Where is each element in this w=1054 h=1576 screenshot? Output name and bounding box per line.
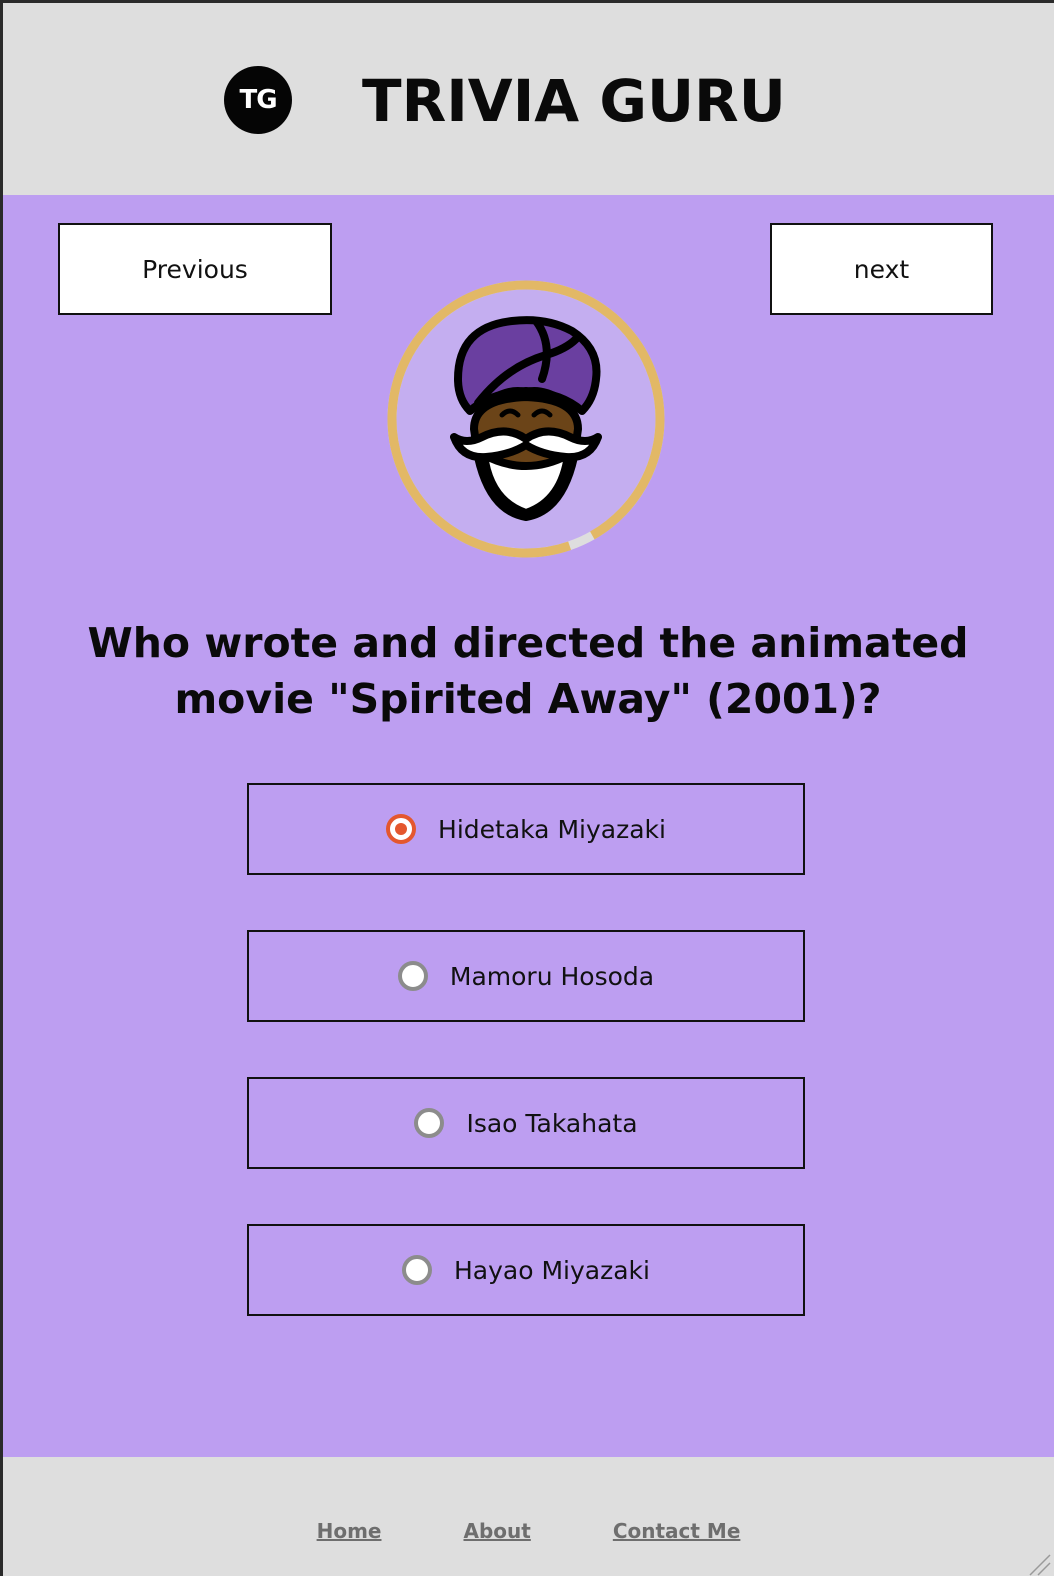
previous-button[interactable]: Previous (58, 223, 332, 315)
footer-link-about[interactable]: About (463, 1519, 530, 1543)
footer-link-contact[interactable]: Contact Me (613, 1519, 741, 1543)
resize-grip-icon[interactable] (1024, 1549, 1052, 1576)
radio-unselected-icon[interactable] (414, 1108, 445, 1138)
answer-option[interactable]: Mamoru Hosoda (247, 930, 805, 1022)
radio-unselected-icon[interactable] (397, 961, 428, 991)
site-footer: Home About Contact Me (3, 1457, 1054, 1576)
footer-nav: Home About Contact Me (3, 1519, 1054, 1543)
radio-unselected-icon[interactable] (402, 1255, 432, 1285)
question-text: Who wrote and directed the animated movi… (87, 619, 969, 723)
guru-avatar-icon (387, 280, 665, 558)
answer-option[interactable]: Isao Takahata (247, 1077, 805, 1169)
answer-option-label: Hidetaka Miyazaki (438, 814, 666, 844)
site-header: TG TRIVIA GURU (3, 3, 1054, 195)
footer-link-home[interactable]: Home (317, 1519, 382, 1543)
site-title: TRIVIA GURU (362, 67, 786, 135)
answer-option-label: Hayao Miyazaki (454, 1255, 650, 1285)
radio-selected-icon[interactable] (386, 814, 417, 844)
answer-option[interactable]: Hidetaka Miyazaki (247, 783, 805, 875)
next-button[interactable]: next (770, 223, 993, 315)
answer-option-label: Mamoru Hosoda (449, 961, 655, 991)
guru-avatar (386, 279, 666, 559)
answer-option[interactable]: Hayao Miyazaki (247, 1224, 805, 1316)
quiz-area: Previous next Who wrote and directed the… (3, 195, 1054, 1457)
site-logo[interactable]: TG (224, 66, 292, 134)
browser-frame: TG TRIVIA GURU Previous next Who wrote a… (0, 0, 1054, 1576)
answer-option-label: Isao Takahata (466, 1108, 638, 1138)
